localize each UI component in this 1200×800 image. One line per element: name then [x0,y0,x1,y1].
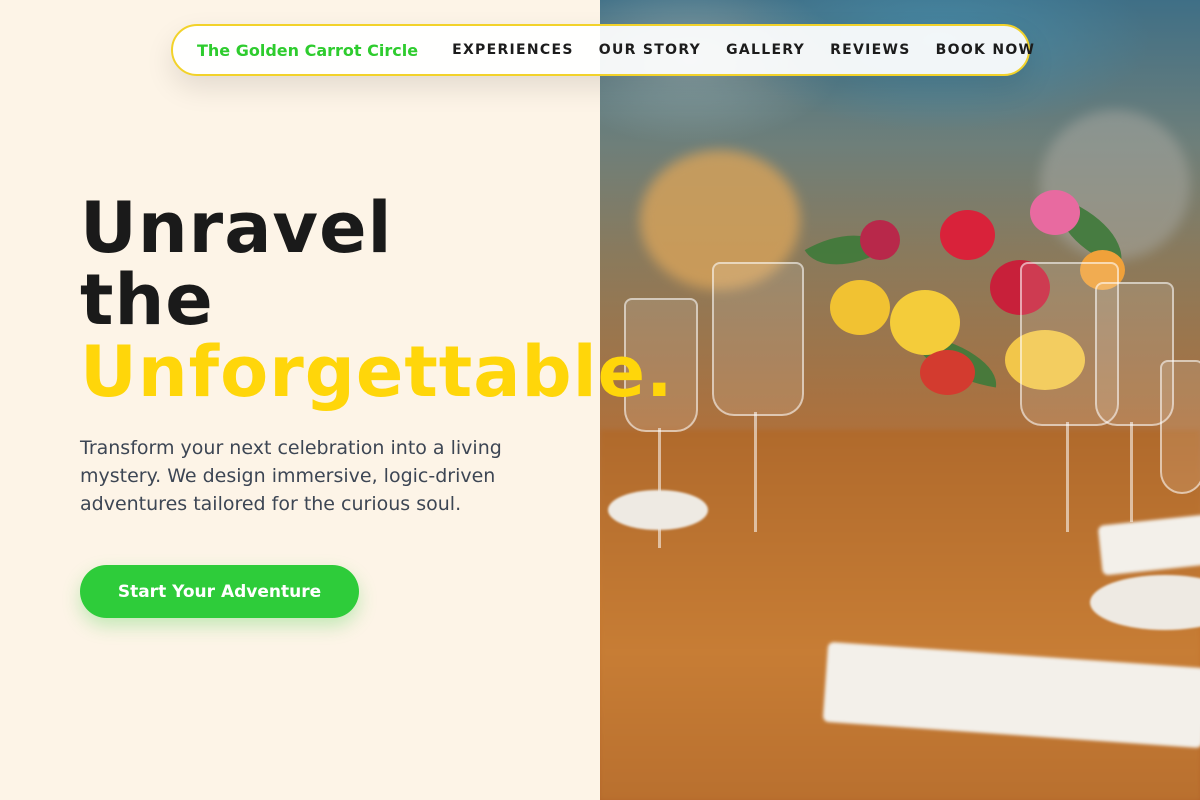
brand-logo-link[interactable]: The Golden Carrot Circle [197,41,418,60]
hero-title: Unravel the Unforgettable. [80,192,674,408]
nav-link-our-story[interactable]: OUR STORY [599,42,701,58]
nav-link-gallery[interactable]: GALLERY [726,42,805,58]
nav-link-experiences[interactable]: EXPERIENCES [452,42,574,58]
top-nav: The Golden Carrot Circle EXPERIENCES OUR… [171,24,1034,76]
nav-link-reviews[interactable]: REVIEWS [830,42,911,58]
start-adventure-button[interactable]: Start Your Adventure [80,565,359,618]
hero-photo [600,0,1200,800]
hero-description: Transform your next celebration into a l… [80,437,502,515]
hero-title-line-1: Unravel [80,187,393,269]
nav-links: EXPERIENCES OUR STORY GALLERY REVIEWS BO… [452,42,1035,58]
nav-link-book-now[interactable]: BOOK NOW [936,42,1036,58]
hero-title-line-2: the [80,259,214,341]
hero-title-line-3: Unforgettable. [80,331,674,413]
